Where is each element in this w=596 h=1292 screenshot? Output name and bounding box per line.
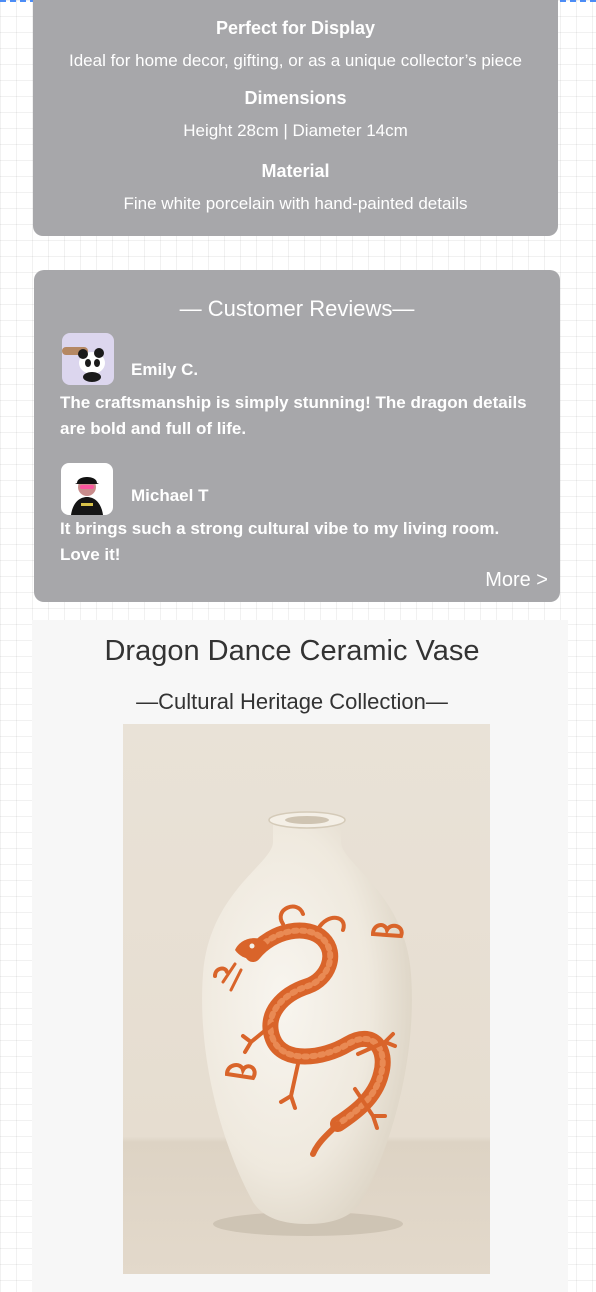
- person-avatar-icon: [61, 463, 113, 515]
- reviewer-name: Emily C.: [131, 360, 199, 379]
- product-title: Dragon Dance Ceramic Vase: [104, 635, 480, 667]
- dimensions-value: Height 28cm | Diameter 14cm: [183, 121, 408, 140]
- more-reviews-link[interactable]: More >: [485, 568, 548, 592]
- display-description: Ideal for home decor, gifting, or as a u…: [69, 51, 522, 70]
- customer-reviews-card: — Customer Reviews— Emily C. The craftsm…: [34, 270, 560, 602]
- collection-subtitle: —Cultural Heritage Collection—: [136, 689, 448, 714]
- dragon-vase-image-icon: [123, 724, 490, 1274]
- review-text: It brings such a strong cultural vibe to…: [60, 519, 500, 564]
- reviewer-name: Michael T: [131, 486, 209, 505]
- material-value: Fine white porcelain with hand-painted d…: [123, 194, 468, 213]
- display-heading: Perfect for Display: [215, 18, 376, 38]
- dimensions-heading: Dimensions: [244, 88, 347, 108]
- reviews-heading: — Customer Reviews—: [179, 296, 415, 321]
- product-showcase: Dragon Dance Ceramic Vase —Cultural Heri…: [32, 620, 568, 1292]
- product-details-card: Perfect for Display Ideal for home decor…: [33, 0, 558, 236]
- review-text: The craftsmanship is simply stunning! Th…: [60, 393, 527, 438]
- panda-avatar-icon: [62, 333, 114, 385]
- material-heading: Material: [261, 161, 330, 181]
